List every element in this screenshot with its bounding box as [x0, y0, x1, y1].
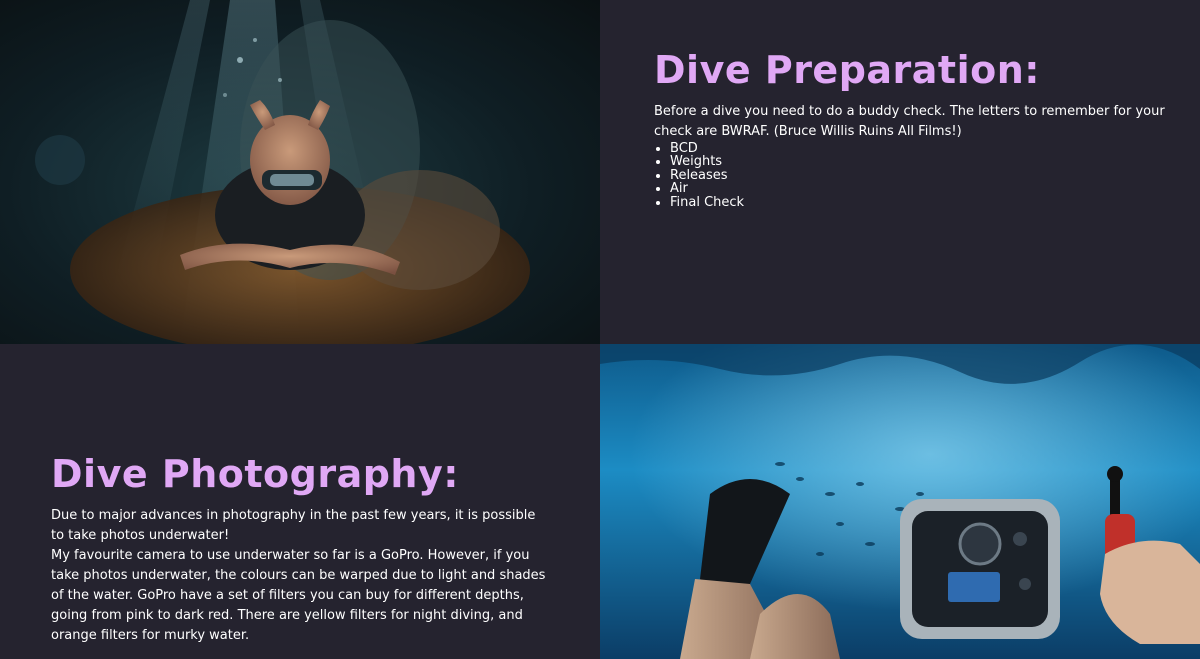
underwater-camera-photo — [600, 344, 1200, 659]
list-item: Final Check — [670, 196, 1174, 210]
photography-paragraph-1: Due to major advances in photography in … — [51, 507, 536, 543]
dive-preparation-section: Dive Preparation: Before a dive you need… — [600, 0, 1200, 344]
dive-preparation-heading: Dive Preparation: — [654, 48, 1040, 92]
list-item: Air — [670, 182, 1174, 196]
dive-photography-heading: Dive Photography: — [51, 452, 459, 496]
list-item: Weights — [670, 155, 1174, 169]
list-item: BCD — [670, 142, 1174, 156]
list-item: Releases — [670, 169, 1174, 183]
page-grid: Dive Preparation: Before a dive you need… — [0, 0, 1200, 659]
buddy-check-intro: Before a dive you need to do a buddy che… — [654, 103, 1165, 139]
diver-photo — [0, 0, 600, 344]
dive-photography-section: Dive Photography: Due to major advances … — [0, 344, 600, 659]
photography-paragraph-2: My favourite camera to use underwater so… — [51, 547, 546, 643]
buddy-check-list: BCD Weights Releases Air Final Check — [654, 142, 1174, 210]
